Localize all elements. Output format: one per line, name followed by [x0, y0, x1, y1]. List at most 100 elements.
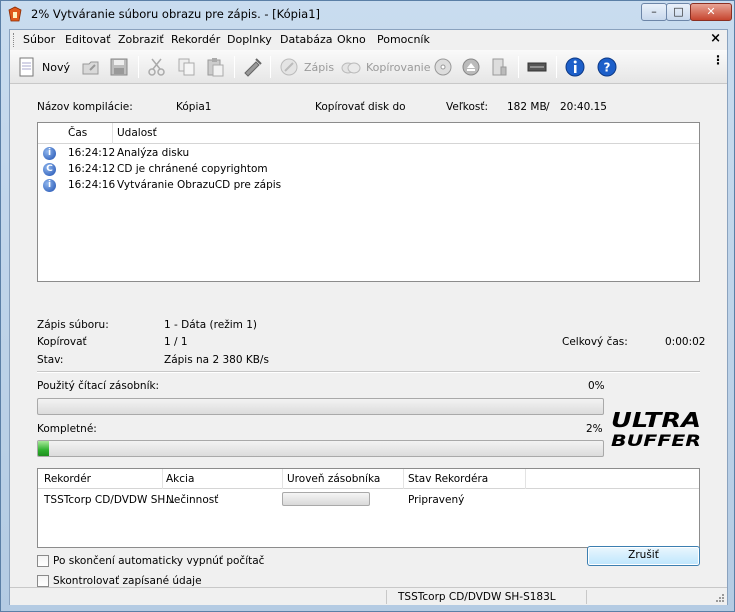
copyright-icon: C: [43, 163, 56, 176]
open-icon: [82, 61, 99, 75]
svg-text:BUFFER: BUFFER: [611, 431, 701, 450]
new-document-icon: [19, 57, 34, 77]
verify-data-checkbox[interactable]: Skontrolovať zapísané údaje: [37, 575, 202, 587]
complete-progress-fill: [38, 441, 50, 456]
burn-wizard-button[interactable]: [242, 56, 264, 78]
burn-progress-panel: Názov kompilácie: Kópia1 Kopírovať disk …: [10, 86, 727, 587]
ultrabuffer-logo: ULTRA BUFFER: [611, 408, 701, 450]
info-icon: [565, 57, 585, 77]
auto-shutdown-checkbox[interactable]: Po skončení automaticky vypnúť počítač: [37, 555, 264, 567]
complete-percent: 2%: [586, 423, 603, 435]
status-bar: TSSTcorp CD/DVDW SH-S183L: [10, 587, 727, 605]
toolbar-separator: [518, 56, 519, 78]
menu-bar: Súbor Editovať Zobraziť Rekordér Doplnky…: [10, 30, 727, 49]
total-time-value: 0:00:02: [665, 336, 706, 348]
open-button[interactable]: [80, 56, 102, 78]
total-time-label: Celkový čas:: [562, 336, 628, 348]
eject-icon: [462, 58, 480, 76]
maximize-button[interactable]: □: [666, 3, 691, 21]
app-icon: [8, 6, 22, 22]
svg-text:ULTRA: ULTRA: [611, 408, 701, 432]
title-bar[interactable]: 2% Vytváranie súboru obrazu pre zápis. -…: [1, 1, 734, 27]
disc-info-button[interactable]: [432, 56, 454, 78]
menu-database[interactable]: Databáza: [280, 33, 333, 46]
list-item[interactable]: i 16:24:16 Vytváranie ObrazuCD pre zápis: [38, 178, 699, 194]
list-item[interactable]: i 16:24:12 Analýza disku: [38, 146, 699, 162]
checkbox-box[interactable]: [37, 555, 49, 567]
copy-disc-button[interactable]: Kopírovanie: [340, 56, 431, 78]
read-buffer-bar: [37, 398, 604, 415]
save-icon: [110, 58, 128, 76]
menu-window[interactable]: Okno: [337, 33, 366, 46]
info-button[interactable]: [564, 56, 586, 78]
column-divider: [112, 123, 113, 144]
menu-help[interactable]: Pomocník: [377, 33, 430, 46]
state-value: Zápis na 2 380 KB/s: [164, 354, 269, 366]
col-action[interactable]: Akcia: [166, 473, 194, 485]
scissors-icon: [148, 58, 165, 76]
menu-grip[interactable]: [13, 33, 16, 47]
complete-progress-bar: [37, 440, 604, 457]
event-time: 16:24:16: [68, 179, 116, 191]
close-window-button[interactable]: ✕: [690, 3, 732, 21]
cancel-button[interactable]: Zrušiť: [587, 546, 700, 566]
column-divider: [162, 469, 163, 489]
menu-file[interactable]: Súbor: [23, 33, 55, 46]
menu-extras[interactable]: Doplnky: [227, 33, 272, 46]
app-window: 2% Vytváranie súboru obrazu pre zápis. -…: [0, 0, 735, 612]
new-label: Nový: [42, 60, 70, 74]
duration-value: 20:40.15: [560, 101, 607, 113]
read-buffer-label: Použitý čítací zásobník:: [37, 380, 160, 392]
col-time[interactable]: Čas: [68, 127, 87, 139]
copy-icon: [178, 58, 195, 76]
copy-disc-label: Kopírovanie: [366, 60, 431, 74]
eject-button[interactable]: [460, 56, 482, 78]
copy-disc-icon: [341, 62, 361, 74]
column-divider: [403, 469, 404, 489]
paste-icon: [207, 58, 224, 77]
size-separator: /: [546, 101, 550, 113]
drive-button[interactable]: [526, 56, 548, 78]
recorder-buffer-bar: [282, 492, 370, 506]
recorder-table-header: Rekordér Akcia Uroveň zásobníka Stav Rek…: [38, 469, 699, 489]
read-buffer-percent: 0%: [588, 380, 605, 392]
menu-close-icon[interactable]: ×: [710, 31, 721, 46]
recorder-state: Pripravený: [408, 494, 465, 506]
compilation-value: Kópia1: [176, 101, 212, 113]
auto-shutdown-label: Po skončení automaticky vypnúť počítač: [53, 555, 265, 567]
paste-button[interactable]: [204, 56, 226, 78]
help-icon: ?: [597, 57, 617, 77]
copy-disc-to-label: Kopírovať disk do: [315, 101, 406, 113]
menu-view[interactable]: Zobraziť: [118, 33, 164, 46]
col-event[interactable]: Udalosť: [117, 127, 157, 139]
event-text: Analýza disku: [117, 147, 190, 159]
col-recorder[interactable]: Rekordér: [44, 473, 91, 485]
toolbar-separator: [270, 56, 271, 78]
save-button[interactable]: [108, 56, 130, 78]
info-icon: i: [43, 147, 56, 160]
menu-edit[interactable]: Editovať: [65, 33, 111, 46]
resize-grip-icon[interactable]: [715, 593, 725, 603]
copy-button[interactable]: [176, 56, 198, 78]
log-header: Čas Udalosť: [38, 123, 699, 144]
disc-tool-button[interactable]: [488, 56, 510, 78]
cut-button[interactable]: [146, 56, 168, 78]
list-item[interactable]: C 16:24:12 CD je chránené copyrightom: [38, 162, 699, 178]
svg-text:?: ?: [604, 61, 611, 75]
device-icon: [492, 58, 507, 76]
new-button[interactable]: Nový: [16, 56, 70, 78]
disc-info-icon: [434, 58, 452, 76]
window-title: 2% Vytváranie súboru obrazu pre zápis. -…: [31, 7, 321, 21]
write-button[interactable]: Zápis: [278, 56, 334, 78]
minimize-button[interactable]: –: [641, 3, 667, 21]
checkbox-box[interactable]: [37, 575, 49, 587]
help-button[interactable]: ?: [596, 56, 618, 78]
menu-recorder[interactable]: Rekordér: [171, 33, 220, 46]
col-recorder-state[interactable]: Stav Rekordéra: [408, 473, 488, 485]
complete-label: Kompletné:: [37, 423, 97, 435]
event-log[interactable]: Čas Udalosť i 16:24:12 Analýza disku C 1…: [37, 122, 700, 282]
recorder-table[interactable]: Rekordér Akcia Uroveň zásobníka Stav Rek…: [37, 468, 700, 548]
status-cell: [12, 590, 387, 604]
toolbar-overflow-icon[interactable]: ⋮: [712, 54, 724, 66]
col-buffer-level[interactable]: Uroveň zásobníka: [287, 473, 380, 485]
